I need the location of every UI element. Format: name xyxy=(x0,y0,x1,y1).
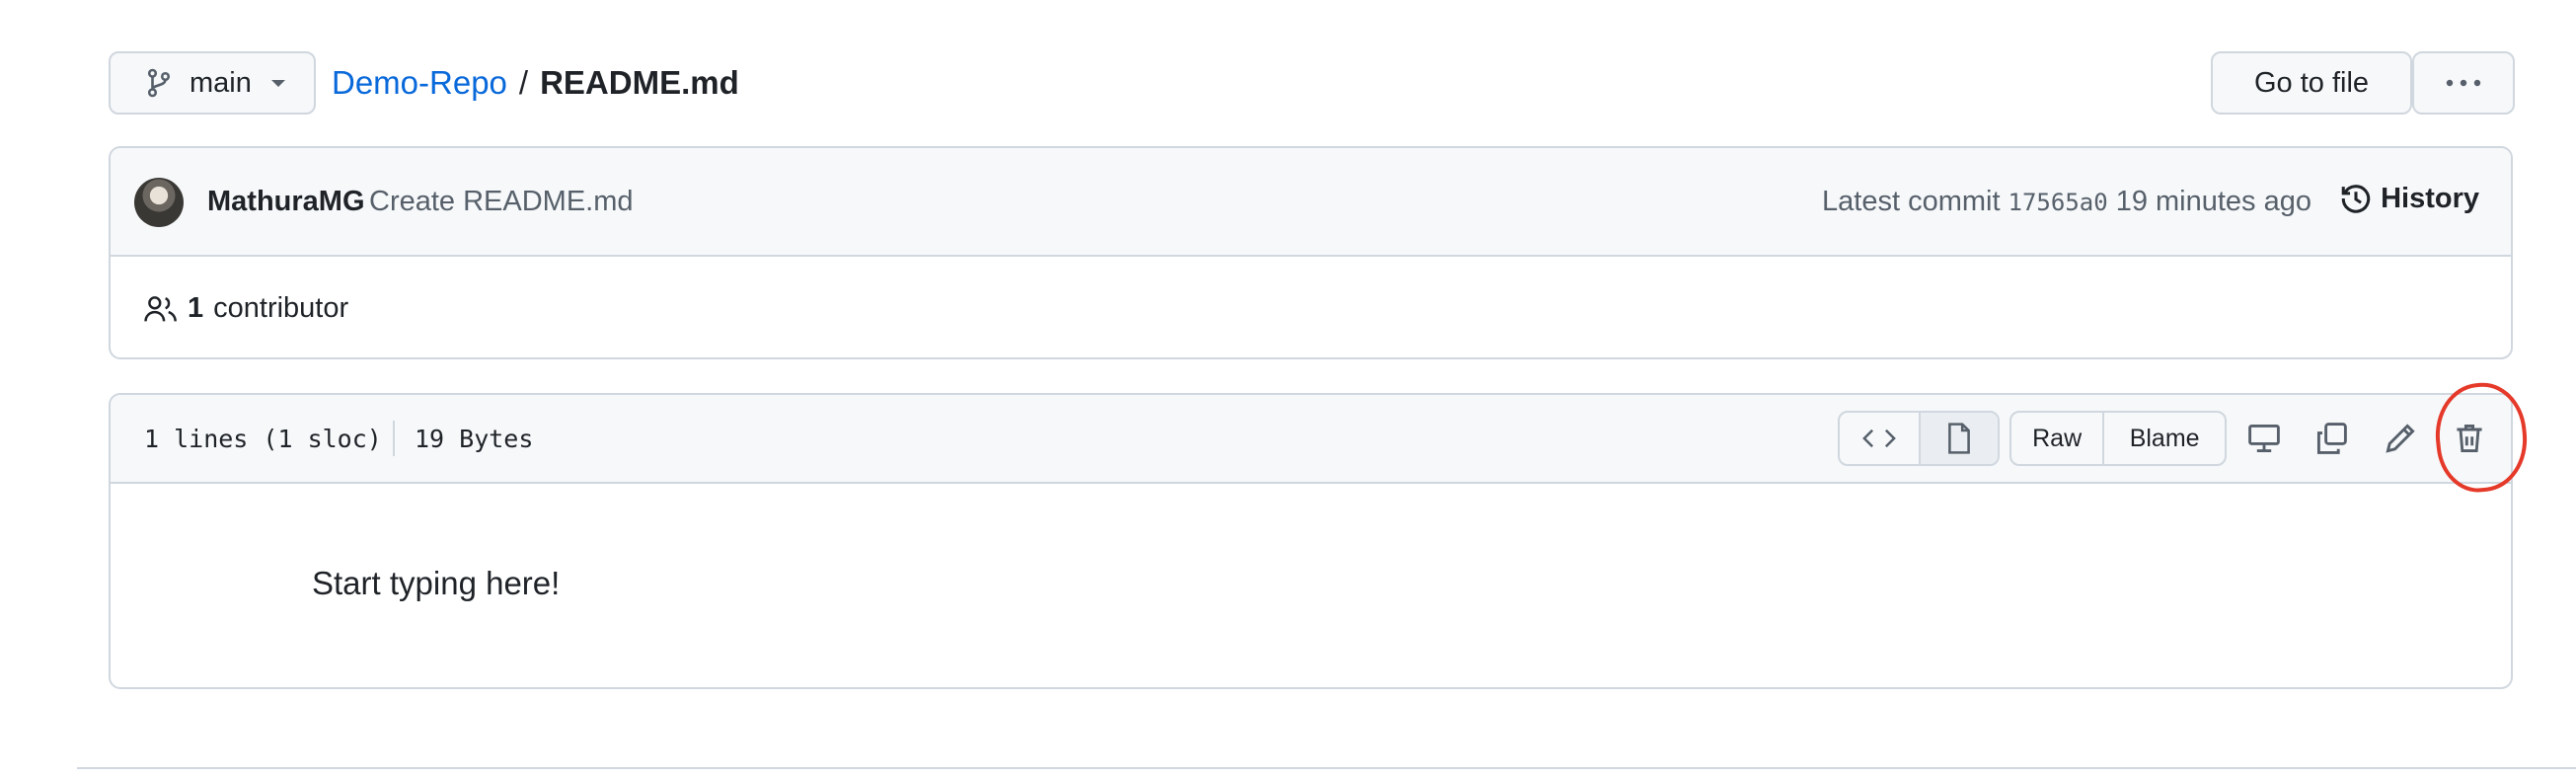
file-viewer: 1 lines (1 sloc) 19 Bytes Raw Blame Star… xyxy=(109,393,2513,689)
raw-button[interactable]: Raw xyxy=(2011,413,2105,464)
history-icon xyxy=(2339,182,2373,215)
contributor-label: contributor xyxy=(213,292,349,324)
commit-row: MathuraMG Create README.md Latest commit… xyxy=(111,148,2511,257)
breadcrumb-file-name: README.md xyxy=(540,64,739,101)
file-size: 19 Bytes xyxy=(415,425,534,453)
branch-name: main xyxy=(189,66,252,99)
go-to-file-label: Go to file xyxy=(2253,66,2370,99)
breadcrumb-repo-link[interactable]: Demo-Repo xyxy=(332,64,507,102)
history-label: History xyxy=(2381,182,2479,214)
copy-icon[interactable] xyxy=(2313,421,2349,456)
branch-selector-button[interactable]: main xyxy=(109,51,316,115)
latest-commit-box: MathuraMG Create README.md Latest commit… xyxy=(109,146,2513,359)
preview-view-button[interactable] xyxy=(1919,413,1998,464)
file-content: Start typing here! xyxy=(312,565,561,601)
commit-time: 19 minutes ago xyxy=(2115,186,2311,217)
chevron-down-icon xyxy=(269,77,287,89)
desktop-icon[interactable] xyxy=(2246,421,2282,456)
file-icon xyxy=(1946,423,1972,454)
latest-commit-label: Latest commit xyxy=(1822,186,2001,217)
code-icon xyxy=(1862,428,1896,449)
header-divider xyxy=(393,421,395,456)
page-divider xyxy=(77,767,2576,769)
commit-message[interactable]: Create README.md xyxy=(369,186,634,218)
people-icon xyxy=(144,295,178,323)
raw-label: Raw xyxy=(2032,424,2083,452)
raw-blame-group: Raw Blame xyxy=(2009,411,2227,466)
pencil-icon[interactable] xyxy=(2383,421,2418,456)
code-view-button[interactable] xyxy=(1840,413,1919,464)
history-link[interactable]: History xyxy=(2339,182,2479,215)
view-mode-toggle xyxy=(1838,411,2000,466)
breadcrumb: Demo-Repo / README.md xyxy=(332,59,739,107)
commit-sha[interactable]: 17565a0 xyxy=(2008,189,2108,216)
more-options-button[interactable] xyxy=(2412,51,2515,115)
contributor-count: 1 xyxy=(188,292,204,324)
git-branch-icon xyxy=(146,68,172,98)
blame-button[interactable]: Blame xyxy=(2104,413,2225,464)
contributors-row[interactable]: 1 contributor xyxy=(144,292,348,325)
file-header: 1 lines (1 sloc) 19 Bytes Raw Blame xyxy=(111,395,2511,484)
breadcrumb-separator: / xyxy=(518,64,529,101)
kebab-horizontal-icon xyxy=(2446,79,2481,87)
file-line-count: 1 lines (1 sloc) xyxy=(144,425,382,453)
go-to-file-button[interactable]: Go to file xyxy=(2211,51,2412,115)
avatar[interactable] xyxy=(134,178,184,227)
commit-author[interactable]: MathuraMG xyxy=(207,186,365,218)
blame-label: Blame xyxy=(2129,424,2200,452)
latest-commit-info: Latest commit 17565a0 19 minutes ago xyxy=(1822,186,2311,218)
